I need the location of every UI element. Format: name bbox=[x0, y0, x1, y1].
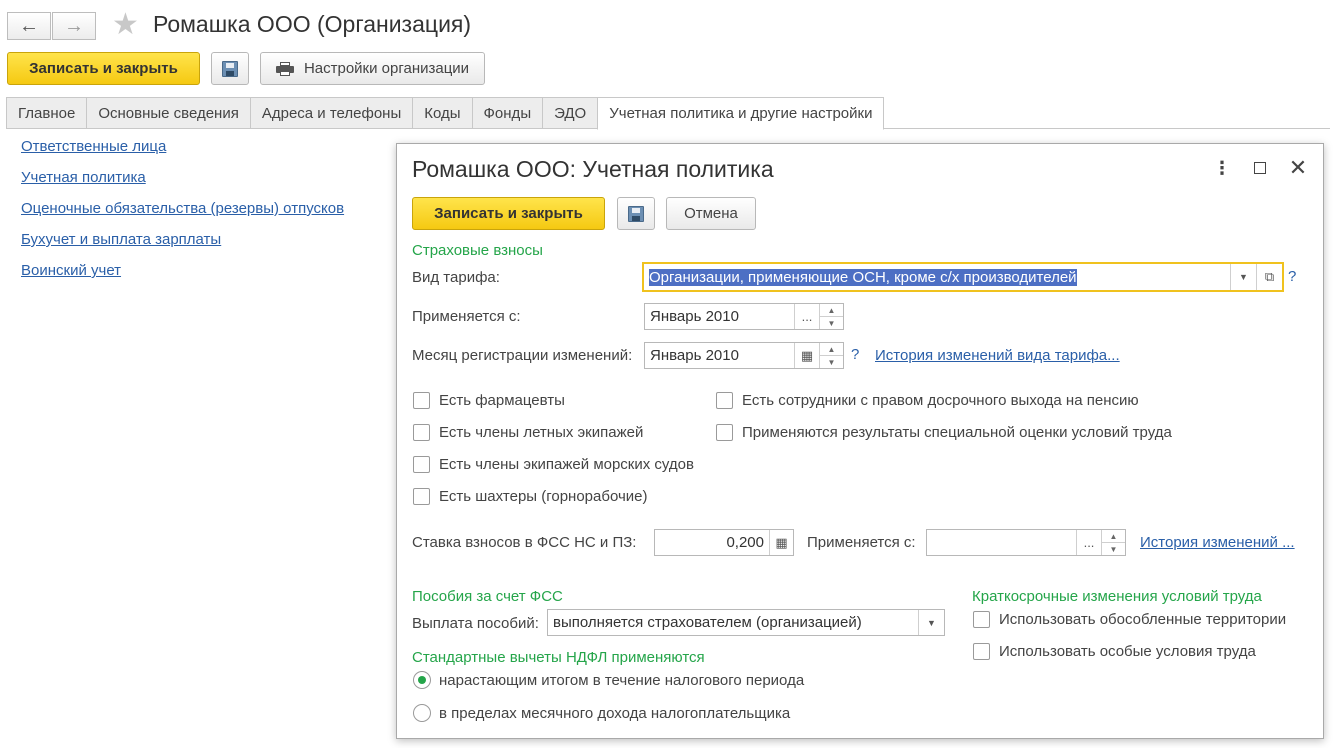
tab-bar: Главное Основные сведения Адреса и телеф… bbox=[6, 97, 885, 130]
radio-cumulative-label: нарастающим итогом в течение налогового … bbox=[439, 672, 805, 689]
checkbox-special-assessment-label: Применяются результаты специальной оценк… bbox=[742, 424, 1172, 441]
tariff-value: Организации, применяющие ОСН, кроме с/х … bbox=[649, 268, 1077, 286]
tab-addresses[interactable]: Адреса и телефоны bbox=[249, 97, 413, 129]
back-button[interactable]: ← bbox=[7, 12, 51, 40]
checkbox-flight-crew-label: Есть члены летных экипажей bbox=[439, 424, 644, 441]
help-icon[interactable]: ? bbox=[1288, 268, 1296, 285]
arrow-right-icon: → bbox=[64, 14, 84, 37]
radio-monthly[interactable] bbox=[413, 704, 431, 722]
short-term-section-title: Краткосрочные изменения условий труда bbox=[972, 588, 1262, 605]
org-settings-button[interactable]: Настройки организации bbox=[260, 52, 485, 85]
cancel-button[interactable]: Отмена bbox=[666, 197, 756, 230]
fss-applies-from-field[interactable]: ... ▲ ▼ bbox=[926, 529, 1126, 556]
checkbox-miners[interactable] bbox=[413, 488, 430, 505]
ndfl-section-title: Стандартные вычеты НДФЛ применяются bbox=[412, 649, 705, 666]
more-vertical-icon[interactable]: ⋮ bbox=[1212, 158, 1232, 179]
registration-month-value: Январь 2010 bbox=[650, 347, 739, 364]
tariff-select[interactable]: Организации, применяющие ОСН, кроме с/х … bbox=[642, 262, 1284, 292]
benefits-section-title: Пособия за счет ФСС bbox=[412, 588, 563, 605]
forward-button[interactable]: → bbox=[52, 12, 96, 40]
link-military-records[interactable]: Воинский учет bbox=[21, 261, 344, 280]
benefits-value: выполняется страхователем (организацией) bbox=[553, 614, 862, 631]
star-icon[interactable]: ★ bbox=[112, 8, 139, 42]
tab-funds[interactable]: Фонды bbox=[471, 97, 543, 129]
tab-main[interactable]: Главное bbox=[6, 97, 87, 129]
spinner[interactable]: ▲ ▼ bbox=[1101, 530, 1125, 555]
link-payroll-accounting[interactable]: Бухучет и выплата зарплаты bbox=[21, 230, 344, 249]
checkbox-early-pension-label: Есть сотрудники с правом досрочного выхо… bbox=[742, 392, 1139, 409]
checkbox-special-conditions-label: Использовать особые условия труда bbox=[999, 643, 1256, 660]
radio-monthly-label: в пределах месячного дохода налогоплател… bbox=[439, 705, 791, 722]
save-button[interactable] bbox=[211, 52, 249, 85]
open-icon[interactable]: ⧉ bbox=[1256, 264, 1282, 290]
checkbox-pharmacists[interactable] bbox=[413, 392, 430, 409]
checkbox-separate-territories-label: Использовать обособленные территории bbox=[999, 611, 1287, 628]
dialog-save-and-close-button[interactable]: Записать и закрыть bbox=[412, 197, 605, 230]
org-settings-label: Настройки организации bbox=[303, 60, 470, 77]
maximize-icon[interactable] bbox=[1250, 159, 1270, 174]
chevron-down-icon[interactable]: ▼ bbox=[918, 610, 944, 635]
fss-rate-value: 0,200 bbox=[726, 534, 764, 551]
link-vacation-reserves[interactable]: Оценочные обязательства (резервы) отпуск… bbox=[21, 199, 344, 218]
calculator-icon[interactable]: ▦ bbox=[769, 530, 793, 555]
ellipsis-icon[interactable]: ... bbox=[794, 304, 819, 329]
checkbox-flight-crew[interactable] bbox=[413, 424, 430, 441]
tab-accounting-policy[interactable]: Учетная политика и другие настройки bbox=[597, 97, 885, 130]
spinner[interactable]: ▲ ▼ bbox=[819, 304, 843, 329]
applies-from-field[interactable]: Январь 2010 ... ▲ ▼ bbox=[644, 303, 844, 330]
dialog-title: Ромашка ООО: Учетная политика bbox=[412, 156, 774, 182]
arrow-left-icon: ← bbox=[19, 14, 39, 37]
chevron-down-icon[interactable]: ▼ bbox=[1230, 264, 1256, 290]
spinner[interactable]: ▲ ▼ bbox=[819, 343, 843, 368]
fss-rate-field[interactable]: 0,200 ▦ bbox=[654, 529, 794, 556]
checkbox-pharmacists-label: Есть фармацевты bbox=[439, 392, 565, 409]
fss-rate-label: Ставка взносов в ФСС НС и ПЗ: bbox=[412, 534, 637, 551]
save-and-close-button[interactable]: Записать и закрыть bbox=[7, 52, 200, 85]
dialog-save-button[interactable] bbox=[617, 197, 655, 230]
checkbox-miners-label: Есть шахтеры (горнорабочие) bbox=[439, 488, 648, 505]
registration-month-label: Месяц регистрации изменений: bbox=[412, 347, 633, 364]
close-icon[interactable]: ✕ bbox=[1288, 155, 1308, 181]
sidebar-links: Ответственные лица Учетная политика Оцен… bbox=[21, 137, 344, 292]
fss-history-link[interactable]: История изменений ... bbox=[1140, 534, 1295, 551]
checkbox-early-pension[interactable] bbox=[716, 392, 733, 409]
ellipsis-icon[interactable]: ... bbox=[1076, 530, 1101, 555]
checkbox-sea-crew-label: Есть члены экипажей морских судов bbox=[439, 456, 694, 473]
radio-cumulative[interactable] bbox=[413, 671, 431, 689]
checkbox-separate-territories[interactable] bbox=[973, 611, 990, 628]
applies-from-value: Январь 2010 bbox=[650, 308, 739, 325]
calendar-icon[interactable]: ▦ bbox=[794, 343, 819, 368]
fss-applies-from-label: Применяется с: bbox=[807, 534, 916, 551]
applies-from-label: Применяется с: bbox=[412, 308, 521, 325]
help-icon[interactable]: ? bbox=[851, 346, 859, 363]
link-accounting-policy[interactable]: Учетная политика bbox=[21, 168, 344, 187]
printer-icon bbox=[275, 61, 294, 76]
registration-month-field[interactable]: Январь 2010 ▦ ▲ ▼ bbox=[644, 342, 844, 369]
tab-edo[interactable]: ЭДО bbox=[542, 97, 598, 129]
tariff-label: Вид тарифа: bbox=[412, 269, 500, 286]
page-title: Ромашка ООО (Организация) bbox=[153, 11, 472, 37]
insurance-section-title: Страховые взносы bbox=[412, 242, 543, 259]
accounting-policy-dialog: Ромашка ООО: Учетная политика ⋮ ✕ Записа… bbox=[396, 143, 1324, 739]
benefits-select[interactable]: выполняется страхователем (организацией)… bbox=[547, 609, 945, 636]
floppy-disk-icon bbox=[628, 205, 644, 222]
link-responsible-persons[interactable]: Ответственные лица bbox=[21, 137, 344, 156]
tariff-history-link[interactable]: История изменений вида тарифа... bbox=[875, 347, 1120, 364]
tab-basic-info[interactable]: Основные сведения bbox=[86, 97, 250, 129]
benefits-label: Выплата пособий: bbox=[412, 615, 539, 632]
floppy-disk-icon bbox=[222, 60, 238, 77]
checkbox-special-assessment[interactable] bbox=[716, 424, 733, 441]
checkbox-special-conditions[interactable] bbox=[973, 643, 990, 660]
tab-codes[interactable]: Коды bbox=[412, 97, 472, 129]
checkbox-sea-crew[interactable] bbox=[413, 456, 430, 473]
